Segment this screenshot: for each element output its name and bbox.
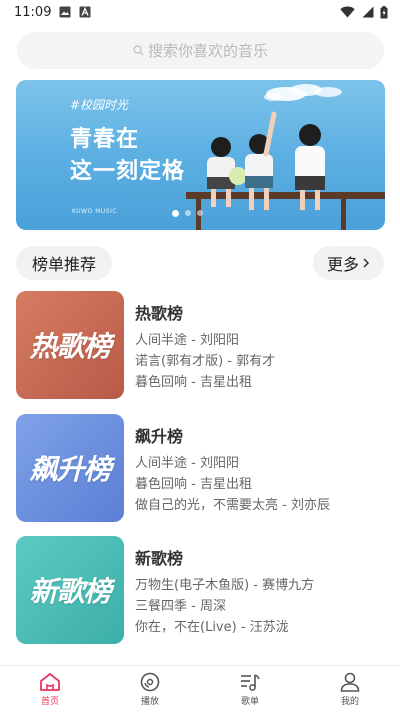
nav-home[interactable]: 首页 <box>0 666 100 712</box>
chart-cover[interactable]: 热歌榜 <box>16 291 124 399</box>
section-header: 榜单推荐 更多 <box>16 246 384 280</box>
chevron-right-icon <box>363 258 370 268</box>
font-icon <box>79 6 91 18</box>
search-bar[interactable]: 搜索你喜欢的音乐 <box>17 32 384 69</box>
nav-mine[interactable]: 我的 <box>300 666 400 712</box>
nav-play[interactable]: 播放 <box>100 666 200 712</box>
chart-info: 飙升榜 人间半途 - 刘阳阳 暮色回响 - 吉星出租 做自己的光，不需要太亮 -… <box>135 423 380 516</box>
chart-cover-text: 热歌榜 <box>29 330 111 363</box>
banner-pagination <box>172 210 203 217</box>
status-bar: 11:09 <box>0 0 400 24</box>
gallery-icon <box>59 6 71 18</box>
track-item: 暮色回响 - 吉星出租 <box>135 375 252 390</box>
chart-name: 飙升榜 <box>135 427 184 446</box>
banner-brand: KUWO MUSIC <box>72 208 118 215</box>
nav-label: 歌单 <box>240 696 259 707</box>
disc-icon <box>140 672 160 691</box>
track-item: 三餐四季 - 周深 <box>135 599 226 614</box>
chart-item-rising[interactable]: 飙升榜 飙升榜 人间半途 - 刘阳阳 暮色回响 - 吉星出租 做自己的光，不需要… <box>16 414 384 522</box>
track-item: 人间半途 - 刘阳阳 <box>135 456 239 471</box>
chart-cover-text: 新歌榜 <box>29 575 111 608</box>
nav-label: 播放 <box>140 696 159 707</box>
track-item: 万物生(电子木鱼版) - 赛博九方 <box>135 578 315 593</box>
track-item: 暮色回响 - 吉星出租 <box>135 477 252 492</box>
signal-icon <box>362 6 374 18</box>
nav-label: 首页 <box>40 696 59 707</box>
chart-info: 热歌榜 人间半途 - 刘阳阳 诺言(郭有才版) - 郭有才 暮色回响 - 吉星出… <box>135 300 380 393</box>
status-left: 11:09 <box>14 5 91 20</box>
banner-title-line2: 这一刻定格 <box>70 159 186 184</box>
promo-banner[interactable]: #校园时光 青春在 这一刻定格 KUWO MUSIC <box>16 80 385 230</box>
status-time: 11:09 <box>14 4 52 20</box>
pagination-dot[interactable] <box>185 210 191 216</box>
user-icon <box>340 672 360 692</box>
chart-item-new[interactable]: 新歌榜 新歌榜 万物生(电子木鱼版) - 赛博九方 三餐四季 - 周深 你在，不… <box>16 536 384 644</box>
chart-name: 热歌榜 <box>135 304 184 323</box>
banner-title: 青春在 这一刻定格 <box>70 124 185 188</box>
battery-icon <box>380 5 388 18</box>
banner-title-line1: 青春在 <box>70 127 140 152</box>
wifi-icon <box>340 6 355 18</box>
more-label: 更多 <box>326 255 359 274</box>
track-item: 做自己的光，不需要太亮 - 刘亦辰 <box>135 498 330 513</box>
pagination-dot[interactable] <box>197 210 203 216</box>
search-placeholder: 搜索你喜欢的音乐 <box>147 42 268 60</box>
section-title: 榜单推荐 <box>16 246 113 280</box>
home-icon <box>40 672 60 691</box>
chart-cover-text: 飙升榜 <box>29 453 111 486</box>
track-item: 你在，不在(Live) - 汪苏泷 <box>135 620 289 635</box>
nav-playlist[interactable]: 歌单 <box>200 666 300 712</box>
chart-info: 新歌榜 万物生(电子木鱼版) - 赛博九方 三餐四季 - 周深 你在，不在(Li… <box>135 545 380 638</box>
playlist-icon <box>241 673 260 691</box>
status-right <box>340 5 388 19</box>
search-icon <box>133 45 144 56</box>
chart-name: 新歌榜 <box>135 549 184 568</box>
track-item: 人间半途 - 刘阳阳 <box>135 333 239 348</box>
bottom-nav: 首页 播放 歌单 我的 <box>0 665 400 712</box>
chart-cover[interactable]: 飙升榜 <box>16 414 124 522</box>
chart-item-hot[interactable]: 热歌榜 热歌榜 人间半途 - 刘阳阳 诺言(郭有才版) - 郭有才 暮色回响 -… <box>16 291 384 399</box>
track-item: 诺言(郭有才版) - 郭有才 <box>135 354 276 369</box>
chart-cover[interactable]: 新歌榜 <box>16 536 124 644</box>
more-button[interactable]: 更多 <box>312 246 384 280</box>
pagination-dot-active[interactable] <box>172 210 179 217</box>
nav-label: 我的 <box>340 696 359 707</box>
banner-tag: #校园时光 <box>70 98 129 112</box>
